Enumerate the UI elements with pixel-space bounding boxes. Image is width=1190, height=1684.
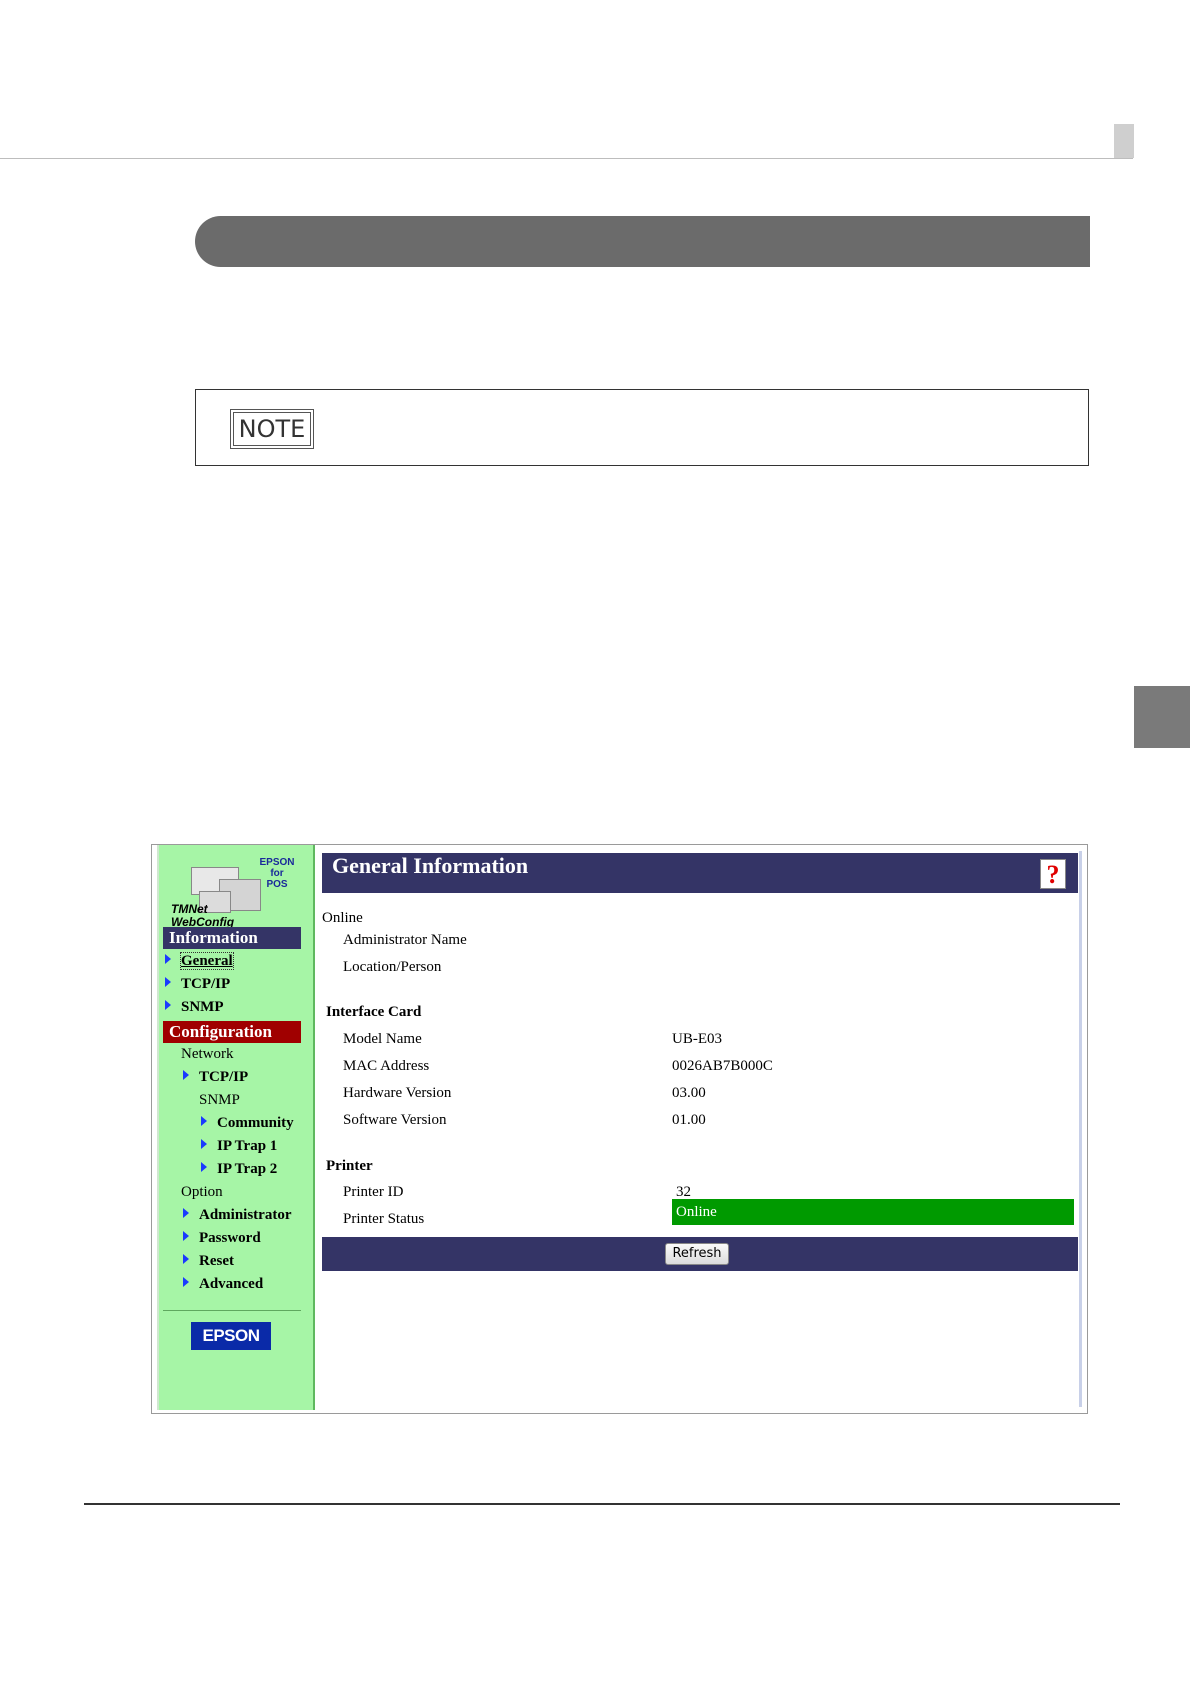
field-label-software-version: Software Version bbox=[343, 1112, 447, 1128]
field-label-location-person: Location/Person bbox=[343, 959, 442, 975]
webconfig-screenshot: EPSON for POS TMNet WebConfig Informatio… bbox=[151, 844, 1088, 1414]
main-panel: General Information ? Online Administrat… bbox=[322, 851, 1082, 1407]
epson-logo-link[interactable]: EPSON bbox=[191, 1322, 271, 1350]
sidebar-label-snmp: SNMP bbox=[199, 1092, 240, 1108]
arrow-right-icon bbox=[201, 1162, 207, 1172]
sidebar-divider bbox=[163, 1310, 301, 1311]
sidebar-item-advanced[interactable]: Advanced bbox=[183, 1275, 263, 1293]
bottom-rule bbox=[84, 1503, 1120, 1505]
sidebar-item-ip-trap-1[interactable]: IP Trap 1 bbox=[201, 1137, 277, 1155]
chapter-tab-marker bbox=[1114, 124, 1134, 158]
sidebar-item-administrator[interactable]: Administrator bbox=[183, 1206, 292, 1224]
section-heading-bar bbox=[195, 216, 1090, 267]
logo-tmnet-webconfig: TMNet WebConfig bbox=[171, 902, 235, 929]
sidebar-item-network-tcpip[interactable]: TCP/IP bbox=[183, 1068, 248, 1086]
arrow-right-icon bbox=[183, 1070, 189, 1080]
section-printer: Printer bbox=[326, 1158, 373, 1174]
sidebar-item-general[interactable]: General bbox=[165, 952, 234, 970]
field-value-software-version: 01.00 bbox=[672, 1112, 706, 1128]
logo-epson-for-pos: EPSON for POS bbox=[259, 857, 295, 890]
sidebar-item-tcpip[interactable]: TCP/IP bbox=[165, 975, 230, 993]
page-title: General Information bbox=[332, 853, 529, 878]
field-label-model-name: Model Name bbox=[343, 1031, 422, 1047]
arrow-right-icon bbox=[183, 1254, 189, 1264]
sidebar-item-community[interactable]: Community bbox=[201, 1114, 294, 1132]
top-rule bbox=[0, 158, 1133, 159]
section-interface-card: Interface Card bbox=[326, 1004, 422, 1020]
field-label-hardware-version: Hardware Version bbox=[343, 1085, 452, 1101]
side-chapter-tab bbox=[1134, 686, 1190, 748]
note-badge: NOTE bbox=[230, 409, 314, 449]
arrow-right-icon bbox=[165, 1000, 171, 1010]
arrow-right-icon bbox=[183, 1208, 189, 1218]
arrow-right-icon bbox=[183, 1231, 189, 1241]
sidebar-header-configuration: Configuration bbox=[163, 1021, 301, 1043]
tmnet-webconfig-logo: EPSON for POS TMNet WebConfig bbox=[169, 853, 299, 933]
section-online: Online bbox=[322, 910, 363, 926]
field-value-hardware-version: 03.00 bbox=[672, 1085, 706, 1101]
field-label-mac-address: MAC Address bbox=[343, 1058, 430, 1074]
help-icon[interactable]: ? bbox=[1040, 859, 1066, 889]
refresh-button[interactable]: Refresh bbox=[665, 1243, 729, 1265]
sidebar: EPSON for POS TMNet WebConfig Informatio… bbox=[157, 845, 315, 1410]
field-label-printer-id: Printer ID bbox=[343, 1184, 404, 1200]
arrow-right-icon bbox=[183, 1277, 189, 1287]
action-bar: Refresh bbox=[322, 1237, 1078, 1271]
sidebar-label-option: Option bbox=[181, 1184, 223, 1200]
sidebar-header-information: Information bbox=[163, 927, 301, 949]
arrow-right-icon bbox=[165, 954, 171, 964]
arrow-right-icon bbox=[201, 1139, 207, 1149]
sidebar-item-ip-trap-2[interactable]: IP Trap 2 bbox=[201, 1160, 277, 1178]
sidebar-item-password[interactable]: Password bbox=[183, 1229, 261, 1247]
sidebar-label-network: Network bbox=[181, 1046, 234, 1062]
printer-status-badge: Online bbox=[672, 1199, 1074, 1225]
field-value-model-name: UB-E03 bbox=[672, 1031, 722, 1047]
field-label-printer-status: Printer Status bbox=[343, 1211, 425, 1227]
field-value-mac-address: 0026AB7B000C bbox=[672, 1058, 773, 1074]
title-bar: General Information ? bbox=[322, 853, 1078, 893]
note-badge-label: NOTE bbox=[233, 412, 311, 446]
field-label-administrator-name: Administrator Name bbox=[343, 932, 467, 948]
note-box bbox=[195, 389, 1089, 466]
arrow-right-icon bbox=[165, 977, 171, 987]
sidebar-item-snmp[interactable]: SNMP bbox=[165, 998, 224, 1016]
arrow-right-icon bbox=[201, 1116, 207, 1126]
sidebar-item-reset[interactable]: Reset bbox=[183, 1252, 234, 1270]
